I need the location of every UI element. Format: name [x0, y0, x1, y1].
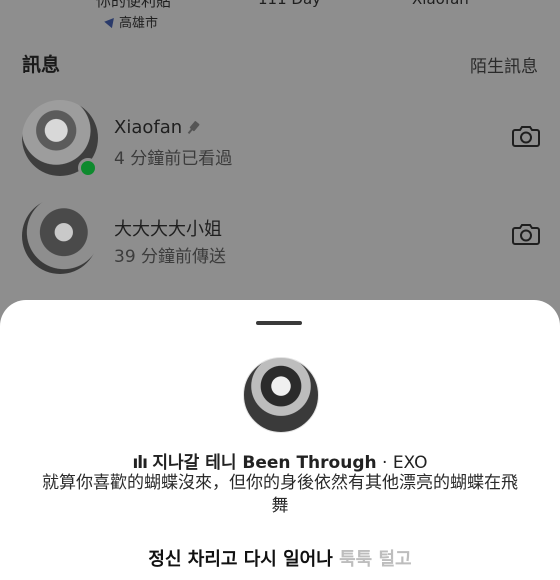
sheet-drag-handle[interactable] [256, 321, 302, 325]
camera-icon[interactable] [512, 124, 540, 148]
note-label-2[interactable]: 111 Day [258, 0, 321, 8]
note-bottom-sheet: ılı 지나갈 테니 Been Through · EXO 就算你喜歡的蝴蝶沒來… [0, 300, 560, 580]
location-text: 高雄市 [119, 16, 159, 31]
notes-strip: 你的便利貼 111 Day Xiaofan [0, 0, 560, 34]
conversation-row[interactable]: 大大大大小姐 39 分鐘前傳送 [22, 198, 542, 282]
conversation-name-wrap: 大大大大小姐 [114, 215, 222, 241]
requests-link[interactable]: 陌生訊息 [470, 52, 538, 77]
music-bars-icon: ılı [132, 453, 148, 473]
song-artist: EXO [392, 453, 428, 473]
location-arrow-icon [104, 14, 118, 29]
location-tag: 高雄市 [104, 12, 159, 31]
avatar[interactable] [22, 198, 98, 274]
messages-header: 訊息 陌生訊息 [22, 50, 538, 78]
messages-title: 訊息 [22, 54, 61, 76]
song-line[interactable]: ılı 지나갈 테니 Been Through · EXO [0, 448, 560, 473]
note-label-3[interactable]: Xiaofan [412, 0, 469, 8]
conversation-name: Xiaofan [114, 117, 183, 138]
conversation-name: 大大大大小姐 [114, 219, 222, 240]
note-author-avatar[interactable] [243, 357, 319, 433]
camera-icon[interactable] [512, 222, 540, 246]
note-text: 就算你喜歡的蝴蝶沒來，但你的身後依然有其他漂亮的蝴蝶在飛舞 [42, 473, 518, 516]
conversation-name-wrap: Xiaofan [114, 117, 198, 138]
conversation-status: 39 分鐘前傳送 [114, 247, 227, 267]
pin-icon [185, 119, 202, 136]
conversation-row[interactable]: Xiaofan 4 分鐘前已看過 [22, 100, 542, 184]
song-separator: · [382, 453, 388, 473]
conversation-status: 4 分鐘前已看過 [114, 149, 233, 169]
online-status-dot [78, 158, 98, 178]
song-title: 지나갈 테니 Been Through [152, 453, 377, 473]
lyric-preview: 정신 차리고 다시 일어나 툭툭 털고 [0, 545, 560, 571]
note-label-1[interactable]: 你的便利貼 [96, 0, 171, 11]
